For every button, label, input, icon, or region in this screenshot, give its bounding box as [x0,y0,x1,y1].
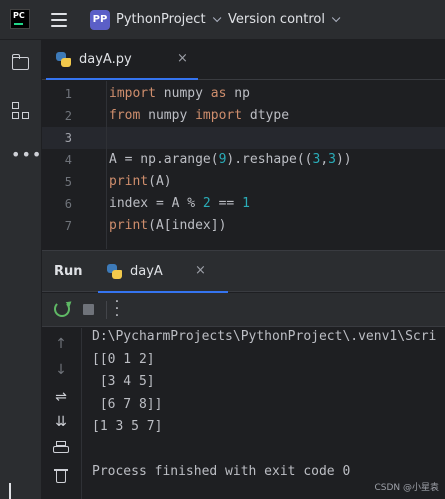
code-token: )) [335,152,352,167]
vcs-label: Version control [228,12,325,27]
code-token: 3 [328,152,336,167]
console-line: [1 3 5 7] [92,419,163,434]
line-number: 6 [64,197,72,211]
code-text: print(A[index]) [109,215,226,237]
line-number: 2 [64,109,72,123]
line-number: 7 [64,219,72,233]
rerun-icon[interactable] [54,301,70,317]
code-token: 2 [202,196,211,211]
code-text: print(A) [109,171,172,193]
soft-wrap-icon[interactable]: ⇌ [53,389,69,405]
code-token: as [210,86,227,101]
tab-filename: dayA.py [79,52,132,67]
more-options-icon[interactable]: · · · [114,295,120,323]
version-control-menu[interactable]: Version control [228,12,341,27]
python-file-icon [56,52,71,67]
console-cursor [9,483,11,499]
code-line[interactable]: 5 print(A) [42,171,445,193]
code-token: numpy [140,108,196,123]
code-token: np [226,86,250,101]
line-number: 5 [64,175,72,189]
close-run-tab-icon[interactable]: × [195,263,206,278]
console-output[interactable]: D:\PycharmProjects\PythonProject\.venv1\… [83,328,445,499]
run-toolbar: · · · [42,293,445,327]
run-panel-header: Run dayA × [42,250,445,293]
indent-guide [106,81,107,249]
code-line[interactable]: 2 from numpy import dtype [42,105,445,127]
project-badge[interactable]: PP [90,10,110,30]
code-token: from [109,108,141,123]
code-token: (A) [148,174,172,189]
code-token: dtype [242,108,290,123]
project-folder-icon[interactable] [11,53,31,73]
console-line: Process finished with exit code 0 [92,464,351,479]
close-tab-icon[interactable]: × [177,51,188,66]
code-token: print [109,174,149,189]
stop-icon[interactable] [83,304,94,315]
python-file-icon [107,264,122,279]
code-line[interactable]: 3 [42,127,445,149]
scroll-to-end-icon[interactable]: ⇊ [53,414,69,430]
code-token: (A[index]) [148,218,227,233]
code-token: import [109,86,156,101]
code-editor[interactable]: 1 import numpy as np 2 from numpy import dt… [42,81,445,249]
main-menu-icon[interactable] [51,13,67,27]
logo-text: PC [13,11,25,20]
code-text: index = A % 2 == 1 [109,193,250,215]
code-text: from numpy import dtype [109,105,289,127]
trash-icon[interactable] [53,467,69,483]
editor-tab-bar: dayA.py × [42,40,445,80]
project-selector[interactable]: PythonProject [116,12,221,27]
code-token: numpy [155,86,211,101]
code-token: 1 [242,196,250,211]
line-number: 3 [64,131,72,145]
run-tab-dayA[interactable]: dayA × [98,251,228,293]
code-line[interactable]: 7 print(A[index]) [42,215,445,237]
code-token: , [320,152,329,167]
code-line[interactable]: 6 index = A % 2 == 1 [42,193,445,215]
tool-window-strip: ••• [0,40,42,499]
print-icon[interactable] [53,441,69,457]
console-line: [[0 1 2] [92,351,155,367]
code-token: print [109,218,149,233]
code-token: A = np.arange( [109,152,219,167]
run-panel-title: Run [54,264,83,279]
title-bar: PC PP PythonProject Version control [0,0,445,40]
chevron-down-icon [212,13,221,23]
code-token: import [195,108,243,123]
code-text: A = np.arange(9).reshape((3,3)) [109,149,352,171]
code-line[interactable]: 4A = np.arange(9).reshape((3,3)) [42,149,445,171]
code-token: index = A % [109,196,203,211]
line-number: 1 [64,87,72,101]
code-token: == [210,196,243,211]
code-token: ).reshape(( [226,152,313,167]
console-line: D:\PycharmProjects\PythonProject\.venv1\… [92,329,437,344]
code-line[interactable]: 1 import numpy as np [42,83,445,105]
run-tab-label: dayA [130,264,163,279]
line-number: 4 [64,153,72,167]
arrow-up-icon[interactable]: ↑ [53,336,69,352]
project-name: PythonProject [116,12,206,27]
watermark: CSDN @小星袁 [374,483,439,493]
run-side-toolbar: ↑ ↓ ⇌ ⇊ [42,328,82,499]
more-tools-icon[interactable]: ••• [11,147,41,168]
structure-icon[interactable] [11,101,31,121]
arrow-down-icon[interactable]: ↓ [53,362,69,378]
editor-tab-dayA[interactable]: dayA.py × [46,40,198,80]
console-line: [3 4 5] [92,374,155,389]
chevron-down-icon [331,13,341,23]
code-text: import numpy as np [109,83,250,105]
pycharm-logo[interactable]: PC [10,9,30,29]
console-line: [6 7 8]] [92,396,163,412]
